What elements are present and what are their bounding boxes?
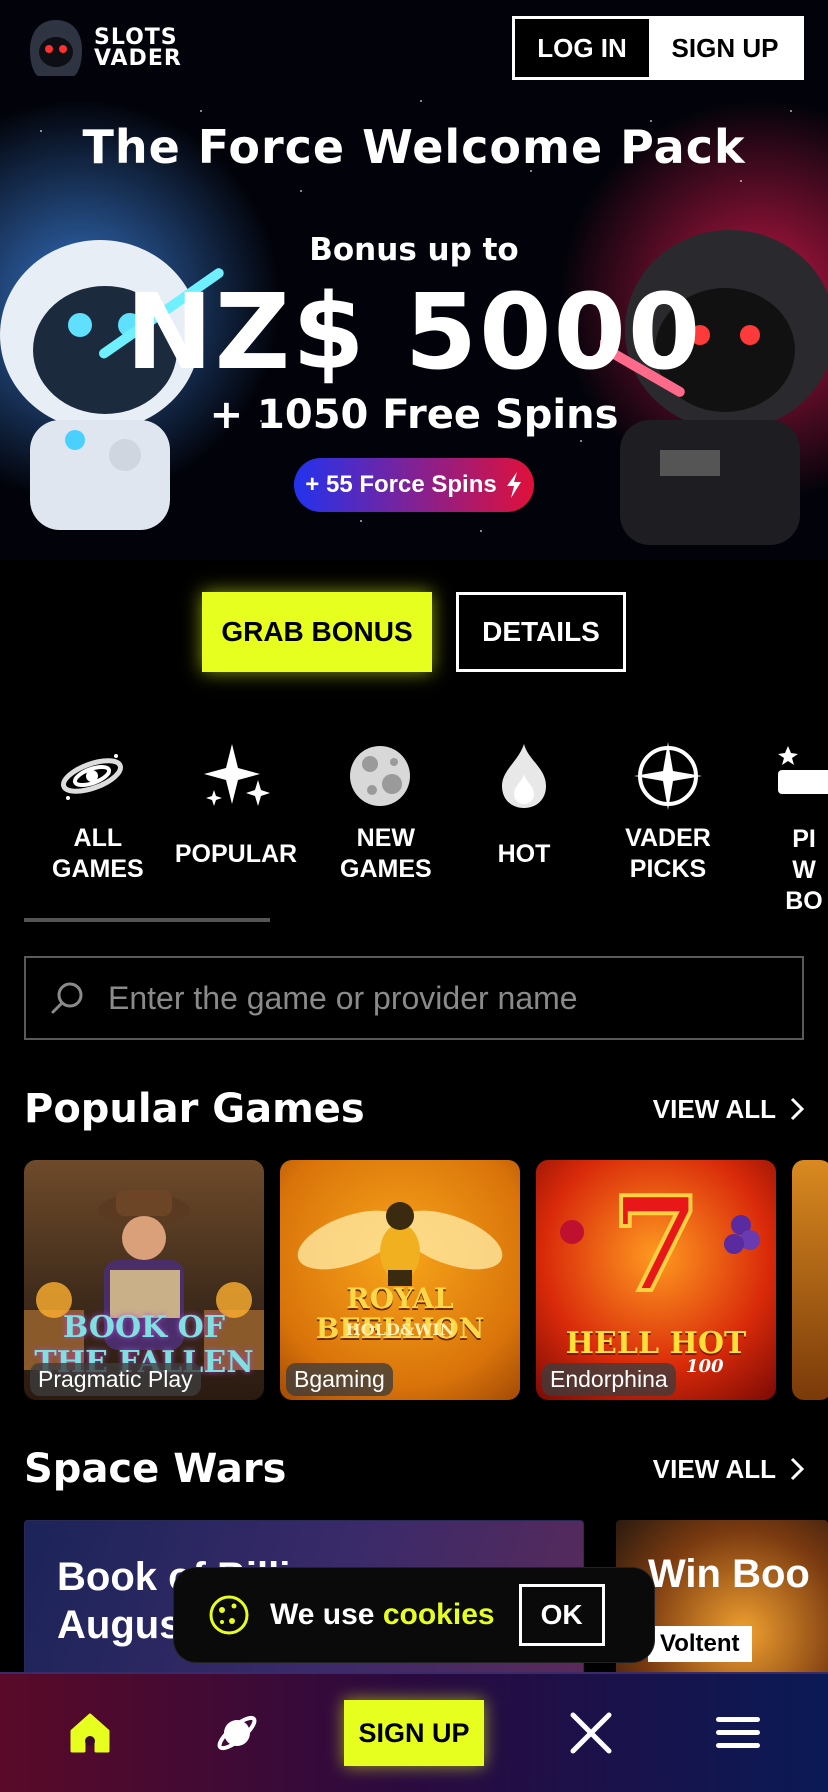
category-label: ALL GAMES: [52, 824, 144, 883]
signup-button[interactable]: SIGN UP: [649, 19, 801, 77]
vader-logo-icon: [30, 20, 82, 76]
grab-bonus-button[interactable]: GRAB BONUS: [202, 592, 432, 672]
cta-row: GRAB BONUS DETAILS: [0, 592, 828, 672]
category-scroller: ALL GAMES POPULAR NEW GAMES HOT VADER PI…: [0, 740, 828, 920]
popular-games-row: BOOK OF THE FALLEN Pragmatic Play ROYAL …: [24, 1160, 828, 1400]
bottom-nav: SIGN UP: [0, 1672, 828, 1792]
crossed-sabers-icon: [570, 1712, 612, 1754]
login-button[interactable]: LOG IN: [515, 19, 649, 77]
category-scroll-indicator[interactable]: [24, 918, 270, 922]
planet-icon: [217, 1715, 257, 1751]
lightning-icon: [506, 472, 521, 498]
nav-home-button[interactable]: [50, 1693, 130, 1773]
bonus-amount: NZ$ 5000: [125, 271, 703, 393]
bonus-prefix: Bonus up to: [309, 232, 519, 268]
galaxy-icon: [61, 754, 123, 800]
category-new-games[interactable]: NEW GAMES: [312, 740, 448, 886]
search-icon: [51, 982, 83, 1014]
view-all-label: VIEW ALL: [652, 1093, 776, 1124]
compass-star-icon: [634, 742, 702, 810]
space-wars-view-all-link[interactable]: VIEW ALL: [653, 1454, 804, 1485]
top-header: SLOTS VADER LOG IN SIGN UP: [0, 0, 828, 96]
category-label: NEW GAMES: [340, 824, 432, 883]
chevron-right-icon: [790, 1097, 804, 1121]
nav-menu-button[interactable]: [698, 1693, 778, 1773]
space-wars-header: Space Wars VIEW ALL: [24, 1446, 804, 1492]
popular-games-header: Popular Games VIEW ALL: [24, 1086, 804, 1132]
force-spins-text: + 55 Force Spins: [305, 471, 497, 498]
view-all-label: VIEW ALL: [652, 1453, 776, 1484]
flame-icon: [502, 744, 546, 808]
game-card[interactable]: BOOK OF THE FALLEN Pragmatic Play: [24, 1160, 264, 1400]
cookies-link[interactable]: cookies: [383, 1598, 495, 1631]
moon-icon: [350, 746, 410, 806]
home-icon: [70, 1713, 110, 1753]
details-button[interactable]: DETAILS: [456, 592, 626, 672]
hamburger-menu-icon: [716, 1717, 761, 1748]
provider-tag: Bgaming: [286, 1363, 393, 1396]
page: The Force Welcome Pack Bonus up to NZ$ 5…: [0, 0, 828, 1792]
nav-space-wars-button[interactable]: [551, 1693, 631, 1773]
bonus-badge-icon: [778, 746, 828, 794]
brand-line1: SLOTS: [94, 25, 178, 50]
cookie-ok-button[interactable]: OK: [518, 1584, 605, 1646]
svg-text:7: 7: [611, 1168, 701, 1321]
search-input[interactable]: [108, 979, 768, 1017]
free-spins-text: + 1050 Free Spins: [209, 392, 619, 438]
provider-tag: Pragmatic Play: [30, 1363, 201, 1396]
space-card-title: Win Boo: [648, 1552, 810, 1596]
force-spins-pill: + 55 Force Spins: [294, 458, 534, 512]
game-card[interactable]: [792, 1160, 828, 1400]
category-vader-picks[interactable]: VADER PICKS: [600, 740, 736, 886]
hero-title: The Force Welcome Pack: [82, 120, 746, 174]
section-title: Space Wars: [24, 1446, 287, 1492]
cookie-icon: [209, 1595, 249, 1635]
nav-signup-button[interactable]: SIGN UP: [343, 1700, 484, 1766]
section-title: Popular Games: [24, 1086, 365, 1132]
cookie-banner: We use cookies OK: [174, 1568, 654, 1662]
sparkles-icon: [204, 744, 270, 806]
game-subtitle: HOLD&WIN: [345, 1320, 455, 1339]
provider-tag: Voltent: [648, 1626, 752, 1662]
chevron-right-icon: [790, 1457, 804, 1481]
auth-buttons: LOG IN SIGN UP: [512, 16, 804, 80]
category-hot[interactable]: HOT: [456, 740, 592, 886]
provider-tag: Endorphina: [542, 1363, 676, 1396]
category-label: VADER PICKS: [625, 824, 711, 883]
brand-name: SLOTS VADER: [94, 25, 182, 71]
game-subtitle: 100: [686, 1356, 724, 1377]
game-card[interactable]: ROYAL BEELLION HOLD&WIN Bgaming: [280, 1160, 520, 1400]
cookie-text-prefix: We use: [270, 1598, 375, 1631]
brand-line2: VADER: [94, 46, 182, 71]
cookie-text: We use cookies: [270, 1598, 495, 1632]
popular-view-all-link[interactable]: VIEW ALL: [653, 1094, 804, 1125]
nav-games-button[interactable]: [197, 1693, 277, 1773]
category-bonus[interactable]: PI W BO: [744, 740, 828, 918]
brand-logo[interactable]: SLOTS VADER: [24, 16, 182, 80]
category-popular[interactable]: POPULAR: [168, 740, 304, 886]
category-label: POPULAR: [174, 839, 298, 868]
search-box: [24, 956, 804, 1040]
game-card[interactable]: 7 HELL HOT 100 Endorphina: [536, 1160, 776, 1400]
category-label: PI W BO: [785, 824, 823, 915]
category-label: HOT: [497, 839, 551, 868]
category-all-games[interactable]: ALL GAMES: [24, 740, 160, 886]
